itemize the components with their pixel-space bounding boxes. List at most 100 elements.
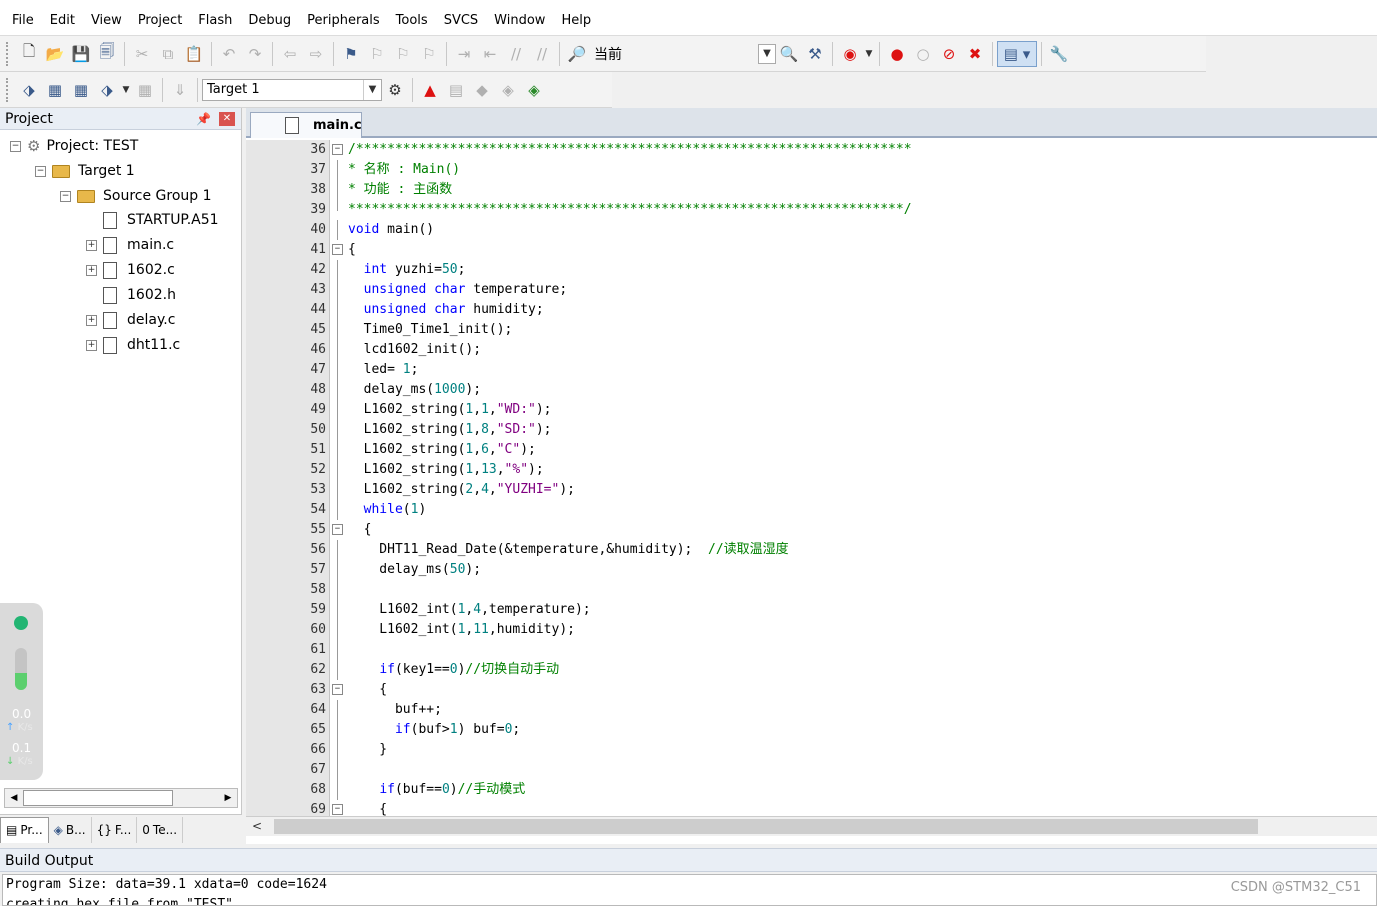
expand-icon[interactable]: + [86, 339, 97, 351]
menu-project[interactable]: Project [130, 6, 190, 36]
expand-icon[interactable]: + [86, 314, 97, 326]
menu-peripherals[interactable]: Peripherals [299, 6, 388, 36]
menu-edit[interactable]: Edit [42, 6, 83, 36]
expand-icon[interactable]: + [86, 264, 97, 276]
menu-help[interactable]: Help [553, 6, 599, 36]
download-load-icon[interactable]: ⇓ [167, 77, 193, 103]
indent-icon[interactable]: ⇥ [451, 41, 477, 67]
chevron-down-icon[interactable]: ▼ [863, 41, 875, 67]
code-line[interactable]: 38 * 功能 : 主函数 [246, 180, 1377, 200]
tree-item-file[interactable]: + delay.c [86, 308, 175, 332]
copy-icon[interactable]: ⧉ [155, 41, 181, 67]
comment-icon[interactable]: // [503, 41, 529, 67]
fold-toggle-icon[interactable]: − [332, 244, 343, 255]
redo-icon[interactable]: ↷ [242, 41, 268, 67]
code-line[interactable]: 59 L1602_int(1,4,temperature); [246, 600, 1377, 620]
uncomment-icon[interactable]: // [529, 41, 555, 67]
code-line[interactable]: 58 [246, 580, 1377, 600]
code-line[interactable]: 42 int yuzhi=50; [246, 260, 1377, 280]
disable-breakpoint-icon[interactable]: ○ [910, 41, 936, 67]
tree-item-file[interactable]: + 1602.c [86, 258, 175, 282]
navigate-back-icon[interactable]: ⇦ [277, 41, 303, 67]
code-line[interactable]: 43 unsigned char temperature; [246, 280, 1377, 300]
code-line[interactable]: 52 L1602_string(1,13,"%"); [246, 460, 1377, 480]
chevron-down-icon[interactable]: ▼ [120, 77, 132, 103]
pack-installer-icon[interactable]: ◈ [495, 77, 521, 103]
menu-flash[interactable]: Flash [190, 6, 240, 36]
code-line[interactable]: 37 * 名称 : Main() [246, 160, 1377, 180]
code-line[interactable]: 61 [246, 640, 1377, 660]
breakpoint-icon[interactable]: ● [884, 41, 910, 67]
menu-tools[interactable]: Tools [388, 6, 436, 36]
chevron-down-icon[interactable]: ▼ [758, 43, 776, 64]
find-icon[interactable]: 🔍 [776, 41, 802, 67]
build-output-text[interactable]: Program Size: data=39.1 xdata=0 code=162… [2, 874, 1377, 906]
close-icon[interactable]: ✕ [219, 111, 235, 126]
prev-bookmark-icon[interactable]: ⚐ [364, 41, 390, 67]
save-icon[interactable]: 💾 [68, 41, 94, 67]
save-all-icon[interactable]: 🗐 [94, 41, 120, 67]
code-line[interactable]: 54 while(1) [246, 500, 1377, 520]
scroll-left-icon[interactable]: < [252, 819, 262, 833]
tree-item-file[interactable]: + main.c [86, 233, 174, 257]
code-line[interactable]: 51 L1602_string(1,6,"C"); [246, 440, 1377, 460]
fold-toggle-icon[interactable]: − [332, 524, 343, 535]
code-line[interactable]: 48 delay_ms(1000); [246, 380, 1377, 400]
tab-functions[interactable]: {} F... [92, 816, 138, 843]
scroll-right-icon[interactable]: ▶ [219, 789, 237, 807]
target-select[interactable]: Target 1 ▼ [202, 78, 382, 101]
open-file-icon[interactable]: 📂 [42, 41, 68, 67]
code-line[interactable]: 62 if(key1==0)//切换自动手动 [246, 660, 1377, 680]
tree-item-file[interactable]: + dht11.c [86, 333, 180, 357]
tab-project[interactable]: ▤ Pr... [0, 816, 49, 843]
fold-toggle-icon[interactable]: − [332, 804, 343, 815]
toolbar-grip[interactable] [6, 77, 10, 102]
clear-bookmarks-icon[interactable]: ⚐ [416, 41, 442, 67]
code-line[interactable]: 67 [246, 760, 1377, 780]
pin-icon[interactable]: 📌 [196, 112, 211, 126]
collapse-icon[interactable]: − [60, 190, 71, 202]
collapse-icon[interactable]: − [35, 165, 46, 177]
disable-all-breakpoints-icon[interactable]: ⊘ [936, 41, 962, 67]
rebuild-icon[interactable]: ▦ [68, 77, 94, 103]
code-line[interactable]: 44 unsigned char humidity; [246, 300, 1377, 320]
project-horizontal-scrollbar[interactable]: ◀ ▶ [4, 788, 238, 808]
stop-build-icon[interactable]: ▦ [132, 77, 158, 103]
editor-horizontal-scrollbar[interactable]: < [246, 816, 1377, 836]
code-line[interactable]: 57 delay_ms(50); [246, 560, 1377, 580]
manage-components-icon[interactable]: ▲ [417, 77, 443, 103]
code-line[interactable]: 53 L1602_string(2,4,"YUZHI="); [246, 480, 1377, 500]
menu-window[interactable]: Window [486, 6, 553, 36]
menu-file[interactable]: File [4, 6, 42, 36]
scrollbar-thumb[interactable] [23, 790, 173, 806]
chevron-down-icon[interactable]: ▼ [363, 79, 381, 100]
run-time-environment-icon[interactable]: ◈ [521, 77, 547, 103]
code-line[interactable]: 47 led= 1; [246, 360, 1377, 380]
debug-session-icon[interactable]: ◉ [837, 41, 863, 67]
incremental-find-icon[interactable]: ⚒ [802, 41, 828, 67]
configure-wrench-icon[interactable]: 🔧 [1046, 41, 1072, 67]
find-combo[interactable]: ▼ [654, 43, 776, 65]
manage-rte-icon[interactable]: ◆ [469, 77, 495, 103]
tree-item-file[interactable]: STARTUP.A51 [103, 208, 219, 232]
code-line[interactable]: 68 if(buf==0)//手动模式 [246, 780, 1377, 800]
code-line[interactable]: 65 if(buf>1) buf=0; [246, 720, 1377, 740]
navigate-forward-icon[interactable]: ⇨ [303, 41, 329, 67]
code-line[interactable]: 49 L1602_string(1,1,"WD:"); [246, 400, 1377, 420]
code-line[interactable]: 50 L1602_string(1,8,"SD:"); [246, 420, 1377, 440]
network-speed-widget[interactable]: 0.0 ↑ K/s 0.1 ↓ K/s [0, 603, 43, 780]
collapse-icon[interactable]: − [10, 140, 21, 152]
code-line[interactable]: 63− { [246, 680, 1377, 700]
translate-icon[interactable]: ⬗ [16, 77, 42, 103]
find-in-files-icon[interactable]: 🔎 [564, 41, 590, 67]
target-options-icon[interactable]: ⚙ [382, 77, 408, 103]
menu-view[interactable]: View [83, 6, 130, 36]
build-icon[interactable]: ▦ [42, 77, 68, 103]
expand-icon[interactable]: + [86, 239, 97, 251]
cut-icon[interactable]: ✂ [129, 41, 155, 67]
window-layout-icon[interactable]: ▤ ▾ [997, 40, 1037, 67]
scrollbar-thumb[interactable] [274, 819, 1258, 834]
kill-breakpoints-icon[interactable]: ✖ [962, 41, 988, 67]
code-line[interactable]: 69− { [246, 800, 1377, 816]
code-line[interactable]: 41−{ [246, 240, 1377, 260]
